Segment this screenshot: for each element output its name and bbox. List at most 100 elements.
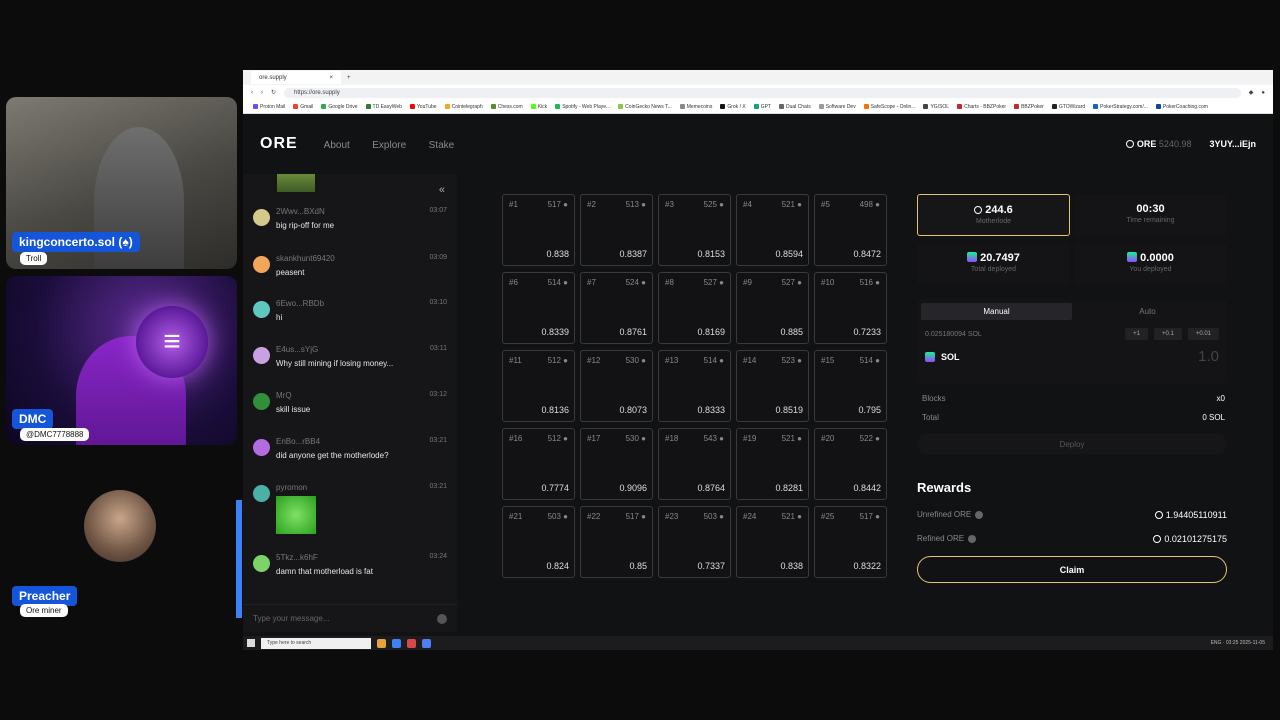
bookmark-item[interactable]: Gmail [293, 104, 313, 110]
bookmark-item[interactable]: Proton Mail [253, 104, 285, 110]
windows-start-icon[interactable] [247, 639, 255, 647]
grid-block[interactable]: #20 522 ● 0.8442 [814, 428, 887, 500]
reload-icon[interactable]: ↻ [271, 89, 276, 96]
user-avatar[interactable] [253, 439, 270, 456]
chat-username[interactable]: pyromon [276, 483, 307, 492]
grid-block[interactable]: #8 527 ● 0.8169 [658, 272, 731, 344]
nav-about[interactable]: About [324, 140, 350, 151]
add-0.01-button[interactable]: +0.01 [1187, 328, 1219, 340]
collapse-chat-icon[interactable]: « [439, 184, 445, 196]
claim-button[interactable]: Claim [917, 556, 1227, 583]
grid-block[interactable]: #4 521 ● 0.8594 [736, 194, 809, 266]
chat-username[interactable]: MrQ [276, 391, 292, 400]
grid-block[interactable]: #9 527 ● 0.885 [736, 272, 809, 344]
grid-block[interactable]: #24 521 ● 0.838 [736, 506, 809, 578]
chat-username[interactable]: 6Ewo...RBDb [276, 299, 324, 308]
info-icon[interactable] [975, 510, 984, 519]
app-icon[interactable] [407, 638, 416, 648]
grid-block[interactable]: #1 517 ● 0.838 [502, 194, 575, 266]
user-avatar[interactable] [253, 301, 270, 318]
tab-auto[interactable]: Auto [1072, 303, 1223, 320]
grid-block[interactable]: #2 513 ● 0.8387 [580, 194, 653, 266]
browser-tab[interactable]: ore.supply × [251, 71, 341, 84]
chat-username[interactable]: skankhunt69420 [276, 254, 335, 263]
grid-block[interactable]: #18 543 ● 0.8764 [658, 428, 731, 500]
user-avatar[interactable] [253, 393, 270, 410]
chat-username[interactable]: E4us...sYjG [276, 345, 318, 354]
address-bar[interactable]: https://ore.supply [284, 87, 1241, 98]
chat-username[interactable]: 5Tkz...k6hF [276, 553, 318, 562]
grid-block[interactable]: #6 514 ● 0.8339 [502, 272, 575, 344]
bookmark-item[interactable]: Dual Chats [778, 104, 811, 110]
nav-stake[interactable]: Stake [429, 140, 455, 151]
nav-explore[interactable]: Explore [372, 140, 406, 151]
bookmark-item[interactable]: Chess.com [490, 104, 523, 110]
bookmark-item[interactable]: BBZPoker [1014, 104, 1044, 110]
add-1-button[interactable]: +1 [1125, 328, 1148, 340]
bookmark-favicon-icon [863, 104, 869, 109]
grid-block[interactable]: #15 514 ● 0.795 [814, 350, 887, 422]
bookmark-item[interactable]: Kick [530, 104, 547, 110]
wallet-button[interactable]: 3YUY...iEjn [1209, 139, 1256, 149]
chat-input[interactable]: Type your message... [243, 604, 457, 632]
chrome-icon[interactable] [422, 638, 431, 648]
bookmark-item[interactable]: Cointelegraph [444, 104, 483, 110]
grid-block[interactable]: #11 512 ● 0.8136 [502, 350, 575, 422]
ore-logo[interactable]: ORE [260, 135, 298, 153]
back-icon[interactable]: ‹ [251, 90, 253, 96]
bookmark-item[interactable]: GTOWizard [1051, 104, 1085, 110]
taskbar-clock[interactable]: 03:25 2025-11-05 [1226, 640, 1265, 646]
grid-block[interactable]: #25 517 ● 0.8322 [814, 506, 887, 578]
bookmark-item[interactable]: YouTube [409, 104, 437, 110]
grid-block[interactable]: #19 521 ● 0.8281 [736, 428, 809, 500]
taskbar-search[interactable]: Type here to search [261, 637, 371, 649]
chat-username[interactable]: 2Wwv...BXdN [276, 207, 325, 216]
grid-block[interactable]: #17 530 ● 0.9096 [580, 428, 653, 500]
grid-block[interactable]: #13 514 ● 0.8333 [658, 350, 731, 422]
grid-block[interactable]: #21 503 ● 0.824 [502, 506, 575, 578]
add-0.1-button[interactable]: +0.1 [1153, 328, 1182, 340]
bookmark-item[interactable]: CoinGecko News T... [618, 104, 672, 110]
app-icon[interactable] [392, 638, 401, 648]
chat-username[interactable]: EnBo...rBB4 [276, 437, 320, 446]
send-icon[interactable] [437, 613, 447, 624]
close-icon[interactable]: × [329, 75, 333, 81]
bookmark-item[interactable]: SafeScope - Onlin... [863, 104, 915, 110]
extension-icon[interactable]: ◆ [1249, 89, 1254, 96]
forward-icon[interactable]: › [261, 90, 263, 96]
user-avatar[interactable] [253, 209, 270, 226]
bookmark-item[interactable]: Software Dev [818, 104, 856, 110]
bookmark-item[interactable]: GPT [753, 104, 771, 110]
user-avatar[interactable] [253, 485, 270, 502]
grid-block[interactable]: #12 530 ● 0.8073 [580, 350, 653, 422]
ore-balance[interactable]: ORE 5240.98 [1125, 139, 1191, 149]
info-icon[interactable] [968, 534, 977, 543]
bookmark-item[interactable]: TD EasyWeb [365, 104, 402, 110]
grid-block[interactable]: #5 498 ● 0.8472 [814, 194, 887, 266]
grid-block[interactable]: #16 512 ● 0.7774 [502, 428, 575, 500]
bookmark-item[interactable]: Charts - BBZPoker [957, 104, 1006, 110]
bookmark-item[interactable]: PokerCoaching.com [1155, 104, 1208, 110]
deploy-button[interactable]: Deploy [917, 434, 1227, 454]
profile-icon[interactable]: ● [1261, 90, 1265, 96]
grid-block[interactable]: #7 524 ● 0.8761 [580, 272, 653, 344]
grid-block[interactable]: #10 516 ● 0.7233 [814, 272, 887, 344]
grid-block[interactable]: #22 517 ● 0.85 [580, 506, 653, 578]
bookmark-item[interactable]: Memecoins [679, 104, 712, 110]
grid-block[interactable]: #23 503 ● 0.7337 [658, 506, 731, 578]
grid-block[interactable]: #14 523 ● 0.8519 [736, 350, 809, 422]
grid-block[interactable]: #3 525 ● 0.8153 [658, 194, 731, 266]
file-explorer-icon[interactable] [377, 638, 386, 648]
user-avatar[interactable] [253, 256, 270, 273]
bookmark-item[interactable]: Grok / X [720, 104, 746, 110]
bookmark-item[interactable]: YG/SOL [923, 104, 949, 110]
tab-manual[interactable]: Manual [921, 303, 1072, 320]
new-tab-icon[interactable]: + [347, 75, 351, 81]
language-indicator[interactable]: ENG [1211, 640, 1222, 646]
bookmark-item[interactable]: PokerStrategy.com/... [1093, 104, 1148, 110]
bookmark-item[interactable]: Spotify - Web Playe... [555, 104, 610, 110]
user-avatar[interactable] [253, 347, 270, 364]
amount-input[interactable]: 1.0 [1198, 348, 1219, 365]
user-avatar[interactable] [253, 555, 270, 572]
bookmark-item[interactable]: Google Drive [321, 104, 358, 110]
